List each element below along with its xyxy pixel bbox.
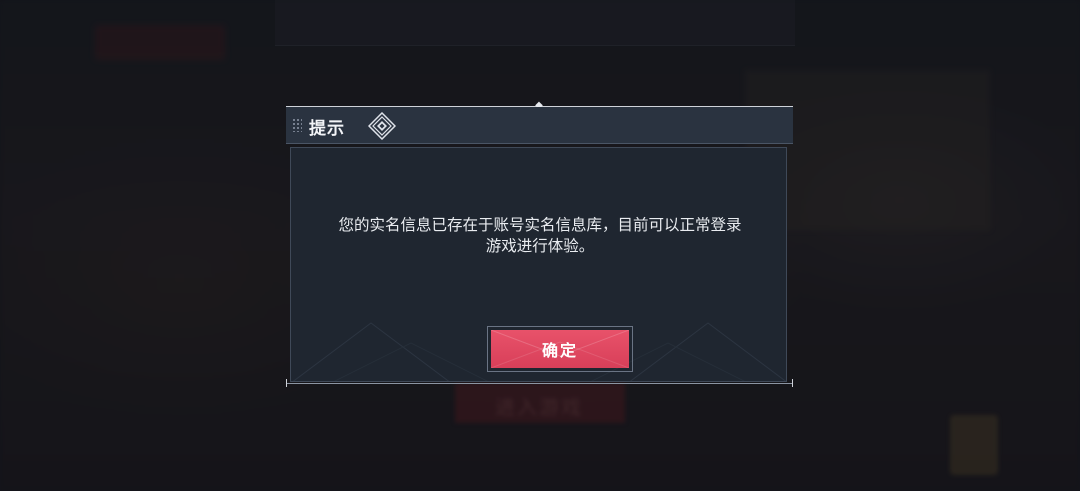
dialog-message-line-1: 您的实名信息已存在于账号实名信息库，目前可以正常登录 bbox=[338, 216, 742, 234]
screen: 进入游戏 ◆ 提示 您的实名信息已存在于账号实名信息库，目前可以正常登录 游戏进… bbox=[0, 0, 1080, 491]
dialog-body: 您的实名信息已存在于账号实名信息库，目前可以正常登录 游戏进行体验。 确定 bbox=[290, 147, 787, 382]
dialog-title-bar: 提示 bbox=[286, 107, 793, 144]
dialog-bottom-line bbox=[286, 383, 793, 384]
notice-dialog: ◆ 提示 您的实名信息已存在于账号实名信息库，目前可以正常登录 游戏进行体验。 bbox=[286, 101, 793, 387]
grip-dots-icon bbox=[292, 118, 302, 132]
confirm-button-frame: 确定 bbox=[487, 326, 633, 372]
confirm-button[interactable]: 确定 bbox=[491, 330, 629, 368]
diamond-icon bbox=[368, 112, 396, 140]
dialog-message: 您的实名信息已存在于账号实名信息库，目前可以正常登录 游戏进行体验。 bbox=[305, 215, 775, 257]
confirm-button-label: 确定 bbox=[541, 341, 578, 360]
corner-tick-right bbox=[792, 379, 793, 387]
corner-tick-left bbox=[286, 379, 287, 387]
dialog-message-line-2: 游戏进行体验。 bbox=[485, 237, 595, 255]
dialog-title: 提示 bbox=[309, 119, 345, 139]
